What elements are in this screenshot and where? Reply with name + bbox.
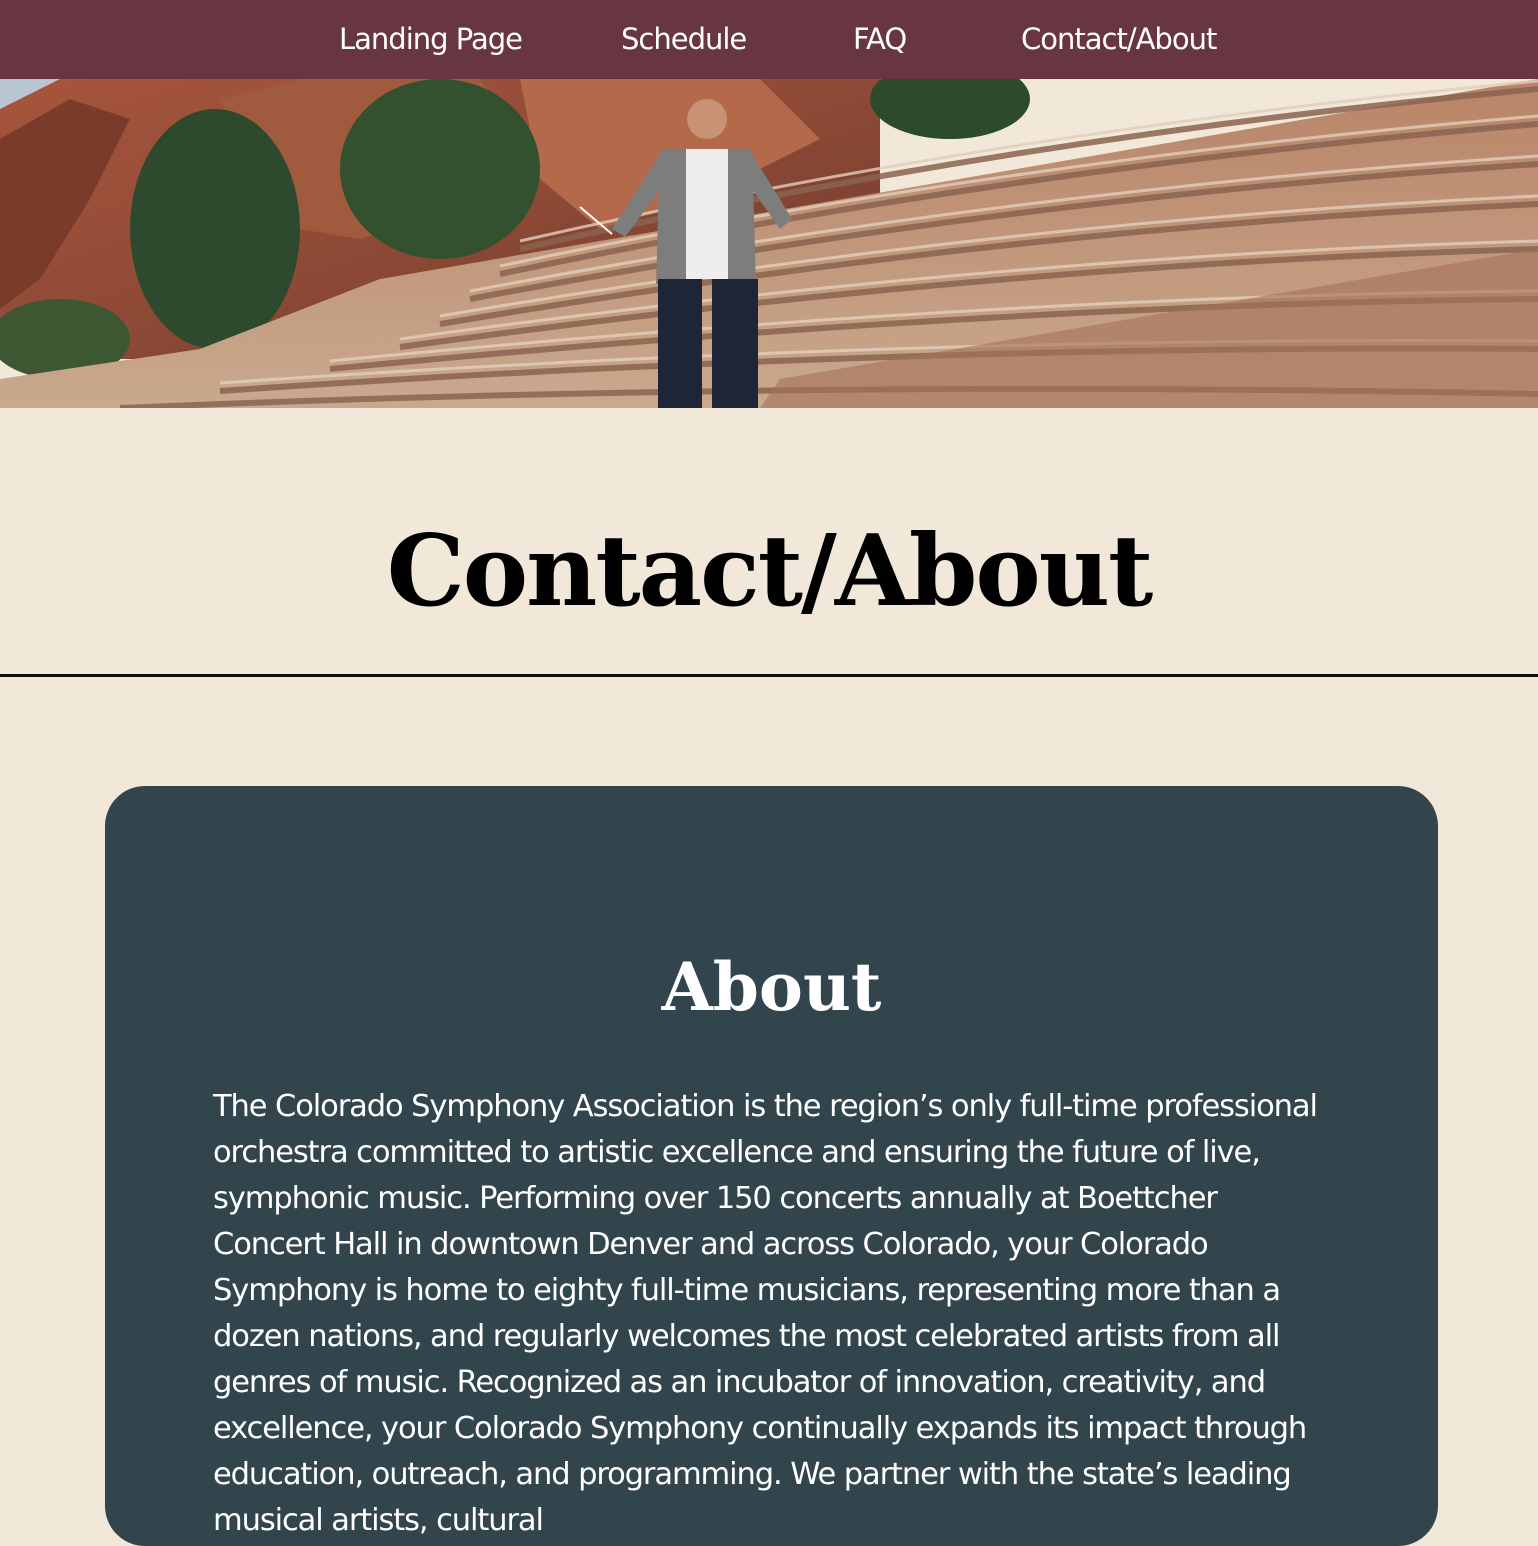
top-navigation-bar: Landing Page Schedule FAQ Contact/About [0,0,1538,79]
nav-link-schedule[interactable]: Schedule [621,0,747,79]
about-paragraph: The Colorado Symphony Association is the… [213,1089,1318,1538]
nav-link-faq[interactable]: FAQ [853,0,907,79]
page-title: Contact/About [386,514,1154,629]
section-divider [0,674,1538,677]
nav-link-landing-page[interactable]: Landing Page [339,0,523,79]
about-card: About The Colorado Symphony Association … [105,786,1438,1546]
about-heading: About [661,948,882,1026]
hero-banner [0,79,1538,408]
nav-link-contact-about[interactable]: Contact/About [1021,0,1217,79]
hero-photo [0,79,1538,408]
